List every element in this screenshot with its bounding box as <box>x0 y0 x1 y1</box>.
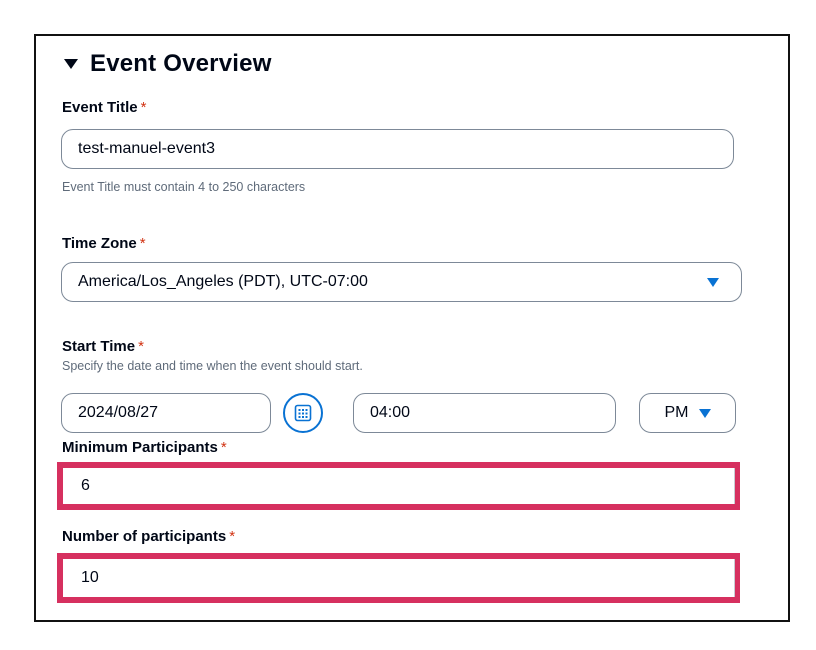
meridiem-select[interactable]: PM <box>639 393 736 433</box>
start-date-value: 2024/08/27 <box>78 404 159 421</box>
event-title-label: Event Title * <box>62 99 146 116</box>
start-time-value: 04:00 <box>370 404 411 421</box>
dropdown-caret-icon[interactable] <box>698 408 711 418</box>
number-of-participants-value: 10 <box>81 569 99 586</box>
minimum-participants-input[interactable]: 6 <box>63 468 735 504</box>
minimum-participants-value: 6 <box>81 477 90 494</box>
section-title: Event Overview <box>90 50 272 77</box>
time-zone-selected-value: America/Los_Angeles (PDT), UTC-07:00 <box>78 273 368 290</box>
time-zone-label-text: Time Zone <box>62 235 137 252</box>
start-time-description: Specify the date and time when the event… <box>62 359 363 373</box>
number-of-participants-label-text: Number of participants <box>62 528 227 545</box>
start-time-input[interactable]: 04:00 <box>353 393 616 433</box>
time-zone-label: Time Zone * <box>62 235 146 252</box>
calendar-button[interactable] <box>283 393 323 433</box>
required-marker: * <box>140 99 147 116</box>
minimum-participants-label-text: Minimum Participants <box>62 439 218 456</box>
time-zone-select[interactable]: America/Los_Angeles (PDT), UTC-07:00 <box>61 262 742 302</box>
caret-down-icon[interactable] <box>64 59 78 69</box>
event-title-hint: Event Title must contain 4 to 250 charac… <box>62 180 306 194</box>
start-date-input[interactable]: 2024/08/27 <box>61 393 271 433</box>
minimum-participants-label: Minimum Participants * <box>62 439 227 456</box>
required-marker: * <box>229 528 236 545</box>
number-of-participants-label: Number of participants * <box>62 528 235 545</box>
number-of-participants-input[interactable]: 10 <box>63 559 735 597</box>
event-title-input[interactable]: test-manuel-event3 <box>61 129 734 169</box>
section-header-event-overview[interactable]: Event Overview <box>64 49 272 79</box>
start-time-label: Start Time * <box>62 338 144 355</box>
minimum-participants-highlight: 6 <box>57 462 740 510</box>
meridiem-value: PM <box>664 404 689 421</box>
event-title-value: test-manuel-event3 <box>78 140 215 157</box>
number-of-participants-highlight: 10 <box>57 553 740 603</box>
dropdown-caret-icon[interactable] <box>707 277 719 287</box>
calendar-icon <box>294 404 312 422</box>
required-marker: * <box>220 439 227 456</box>
required-marker: * <box>139 235 146 252</box>
event-title-label-text: Event Title <box>62 99 138 116</box>
required-marker: * <box>138 338 144 355</box>
start-time-label-text: Start Time <box>62 338 136 355</box>
